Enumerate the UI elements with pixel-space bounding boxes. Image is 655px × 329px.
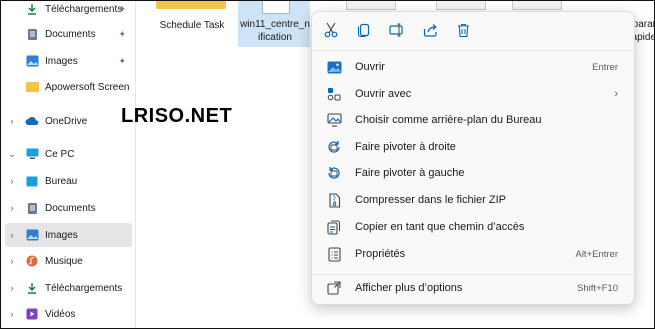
file-label-schedule-task[interactable]: Schedule Task xyxy=(150,19,234,32)
sidebar-item-downloads-quick[interactable]: Téléchargements ✦ xyxy=(5,1,132,21)
cloud-icon xyxy=(25,115,39,127)
chevron-right-icon[interactable]: › xyxy=(5,283,19,293)
sidebar-item-videos[interactable]: › Vidéos xyxy=(5,302,132,326)
menu-item-label: Faire pivoter à gauche xyxy=(355,167,465,179)
menu-item-rotate-right[interactable]: Faire pivoter à droite xyxy=(318,135,628,159)
sidebar-item-label: Musique xyxy=(45,255,83,267)
menu-item-label: Compresser dans le fichier ZIP xyxy=(355,194,506,206)
document-icon xyxy=(25,202,39,214)
pin-icon: ✦ xyxy=(118,55,126,66)
delete-icon[interactable] xyxy=(454,21,472,39)
menu-item-set-wallpaper[interactable]: Choisir comme arrière-plan du Bureau xyxy=(318,108,628,132)
watermark-text: LRISO.NET xyxy=(121,105,233,127)
menu-divider xyxy=(312,274,634,275)
file-label-win11[interactable]: win11_centre_n ification xyxy=(238,18,312,44)
cut-icon[interactable] xyxy=(322,21,340,39)
chevron-down-icon[interactable]: ⌄ xyxy=(5,149,19,160)
image-icon xyxy=(25,55,39,67)
image-thumbnail xyxy=(346,1,396,10)
computer-icon xyxy=(25,148,39,160)
menu-item-label: Faire pivoter à droite xyxy=(355,141,456,153)
sidebar-item-bureau[interactable]: › Bureau xyxy=(5,169,132,193)
sidebar-item-label: Documents xyxy=(45,28,96,40)
menu-divider xyxy=(312,50,634,51)
pin-icon: ✦ xyxy=(118,3,126,14)
menu-item-label: Propriétés xyxy=(355,248,406,260)
rotate-right-icon xyxy=(326,139,342,155)
menu-item-label: Ouvrir avec xyxy=(355,88,412,100)
document-icon xyxy=(25,28,39,40)
rotate-left-icon xyxy=(326,165,342,181)
rename-icon[interactable] xyxy=(388,21,406,39)
properties-icon xyxy=(326,246,342,262)
sidebar-item-label: Téléchargements xyxy=(45,3,123,15)
sidebar-item-label: Documents xyxy=(45,202,96,214)
sidebar-item-label: Vidéos xyxy=(45,308,76,320)
copy-path-icon xyxy=(326,219,342,235)
chevron-right-icon: › xyxy=(614,88,618,100)
photos-app-icon xyxy=(326,59,342,75)
wallpaper-icon xyxy=(326,112,342,128)
context-menu-toolbar xyxy=(312,12,634,48)
menu-item-label: Afficher plus d’options xyxy=(355,282,463,294)
sidebar-item-label: Images xyxy=(45,55,78,67)
pin-icon: ✦ xyxy=(118,28,126,39)
image-thumbnail xyxy=(262,1,290,14)
open-with-icon xyxy=(326,86,342,102)
folder-thumbnail xyxy=(156,1,226,9)
menu-item-properties[interactable]: Propriétés Alt+Entrer xyxy=(318,242,628,266)
zip-icon xyxy=(326,192,342,208)
menu-item-open-with[interactable]: Ouvrir avec › xyxy=(318,82,628,106)
menu-item-shortcut: Entrer xyxy=(592,61,618,73)
video-icon xyxy=(25,308,39,320)
chevron-right-icon[interactable]: › xyxy=(5,309,19,319)
music-icon xyxy=(25,255,39,267)
download-icon xyxy=(25,3,39,15)
chevron-right-icon[interactable]: › xyxy=(5,203,19,213)
chevron-right-icon[interactable]: › xyxy=(5,116,19,126)
chevron-right-icon[interactable]: › xyxy=(5,256,19,266)
navigation-pane: Téléchargements ✦ Documents ✦ Images ✦ A… xyxy=(1,1,136,328)
sidebar-item-images[interactable]: › Images xyxy=(5,223,132,247)
explorer-window: Téléchargements ✦ Documents ✦ Images ✦ A… xyxy=(0,0,655,329)
sidebar-item-label: Images xyxy=(45,229,78,241)
sidebar-item-apowersoft[interactable]: Apowersoft Screen xyxy=(5,75,132,99)
sidebar-item-label: OneDrive xyxy=(45,115,88,127)
menu-item-label: Copier en tant que chemin d’accès xyxy=(355,221,525,233)
menu-item-rotate-left[interactable]: Faire pivoter à gauche xyxy=(318,161,628,185)
sidebar-item-label: Bureau xyxy=(45,175,78,187)
menu-item-open[interactable]: Ouvrir Entrer xyxy=(318,55,628,79)
sidebar-item-onedrive[interactable]: › OneDrive xyxy=(5,109,132,133)
context-menu: Ouvrir Entrer Ouvrir avec › Choisir comm… xyxy=(311,11,635,305)
menu-item-label: Ouvrir xyxy=(355,61,385,73)
download-icon xyxy=(25,282,39,294)
desktop-icon xyxy=(25,175,39,187)
sidebar-item-label: Ce PC xyxy=(45,148,75,160)
copy-icon[interactable] xyxy=(355,21,373,39)
sidebar-item-label: Apowersoft Screen xyxy=(45,81,130,93)
sidebar-item-telechargements[interactable]: › Téléchargements xyxy=(5,276,132,300)
menu-item-shortcut: Alt+Entrer xyxy=(575,248,618,260)
menu-item-copy-path[interactable]: Copier en tant que chemin d’accès xyxy=(318,215,628,239)
sidebar-item-documents[interactable]: › Documents xyxy=(5,196,132,220)
chevron-right-icon[interactable]: › xyxy=(5,230,19,240)
sidebar-item-images-quick[interactable]: Images ✦ xyxy=(5,49,132,73)
folder-icon xyxy=(25,81,39,93)
sidebar-item-documents-quick[interactable]: Documents ✦ xyxy=(5,22,132,46)
chevron-right-icon[interactable]: › xyxy=(5,176,19,186)
sidebar-item-this-pc[interactable]: ⌄ Ce PC xyxy=(5,142,132,166)
image-thumbnail xyxy=(512,1,562,10)
image-thumbnail xyxy=(436,1,486,10)
sidebar-item-musique[interactable]: › Musique xyxy=(5,249,132,273)
menu-item-shortcut: Shift+F10 xyxy=(577,282,618,294)
menu-item-more-options[interactable]: Afficher plus d’options Shift+F10 xyxy=(318,276,628,300)
share-icon[interactable] xyxy=(421,21,439,39)
more-options-icon xyxy=(326,280,342,296)
image-icon xyxy=(25,229,39,241)
sidebar-item-label: Téléchargements xyxy=(45,282,123,294)
menu-item-label: Choisir comme arrière-plan du Bureau xyxy=(355,114,542,126)
menu-item-compress-zip[interactable]: Compresser dans le fichier ZIP xyxy=(318,188,628,212)
